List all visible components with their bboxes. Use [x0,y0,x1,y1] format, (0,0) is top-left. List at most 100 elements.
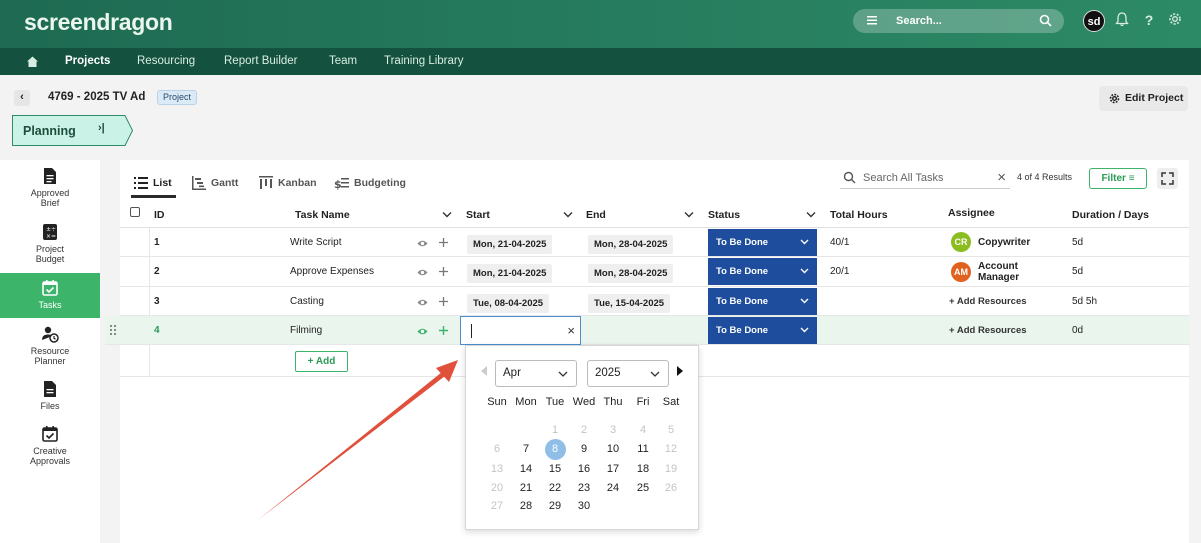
calendar-day-selected[interactable]: 8 [544,439,566,460]
assignee-name[interactable]: Account [978,261,1018,272]
select-all-checkbox[interactable] [130,207,140,217]
sidebar-item-tasks[interactable]: Tasks [0,273,100,318]
eye-icon[interactable] [417,238,428,249]
calendar-day[interactable]: 25 [631,479,655,498]
calendar-day: 4 [639,424,647,436]
filter-button[interactable]: Filter ≡ [1089,168,1147,189]
col-end[interactable]: End [586,209,606,221]
add-resources-link[interactable]: + Add Resources [949,325,1027,336]
sidebar-item-approved-brief[interactable]: Approved Brief [0,167,100,217]
row-task-name[interactable]: Casting [290,296,324,307]
task-search-input[interactable]: Search All Tasks × [840,167,1010,189]
chevron-down-icon[interactable] [806,211,816,219]
calendar-day[interactable]: 15 [543,460,567,479]
chevron-down-icon[interactable] [442,211,452,219]
start-date[interactable]: Tue, 08-04-2025 [467,294,550,313]
sidebar-item-files[interactable]: Files [0,380,100,416]
col-task-name[interactable]: Task Name [295,209,350,221]
calendar-day[interactable]: 10 [601,440,625,459]
calendar-day[interactable]: 14 [514,460,538,479]
eye-icon[interactable] [417,267,428,278]
chevron-down-icon [800,298,809,304]
nav-report-builder[interactable]: Report Builder [224,55,298,67]
calendar-day[interactable]: 17 [601,460,625,479]
assignee-name[interactable]: Copywriter [978,237,1030,248]
tab-gantt[interactable]: Gantt [191,175,238,191]
status-dropdown[interactable]: To Be Done [708,258,817,285]
start-date-input[interactable]: × [460,316,581,345]
col-duration[interactable]: Duration / Days [1072,209,1149,221]
plus-icon[interactable] [438,296,449,307]
sidebar-item-project-budget[interactable]: ± ÷ × = Project Budget [0,223,100,273]
clear-search-icon[interactable]: × [997,169,1006,186]
sidebar-item-resource-planner[interactable]: Resource Planner [0,325,100,369]
chevron-down-icon[interactable] [684,211,694,219]
start-date[interactable]: Mon, 21-04-2025 [467,264,553,283]
chevron-down-icon[interactable] [563,211,573,219]
calendar-day[interactable]: 23 [572,479,596,498]
calendar-day[interactable]: 18 [631,460,655,479]
col-assignee[interactable]: Assignee [948,207,995,219]
plus-icon[interactable] [438,325,449,336]
status-dropdown[interactable]: To Be Done [708,229,817,256]
row-task-name[interactable]: Write Script [290,237,342,248]
calendar-day: 19 [664,463,678,475]
calendar-day[interactable]: 9 [572,440,596,459]
prev-month-icon[interactable] [481,366,487,376]
eye-icon[interactable] [417,326,428,337]
calendar-day[interactable]: 28 [514,497,538,516]
home-icon[interactable] [26,55,39,68]
app-logo[interactable]: screendragon [24,9,173,36]
tab-budgeting[interactable]: $ Budgeting [334,175,406,191]
status-dropdown[interactable]: To Be Done [708,288,817,315]
year-select[interactable]: 2025 [587,360,669,387]
bell-icon[interactable] [1114,12,1130,28]
col-id[interactable]: ID [154,209,165,221]
tab-list[interactable]: List [133,175,172,191]
calendar-day[interactable]: 24 [601,479,625,498]
calendar-day[interactable]: 7 [514,440,538,459]
start-date[interactable]: Mon, 21-04-2025 [467,235,553,254]
month-select[interactable]: Apr [495,360,577,387]
end-date[interactable]: Tue, 15-04-2025 [588,294,671,313]
edit-project-button[interactable]: Edit Project [1099,86,1188,111]
plus-icon[interactable] [438,237,449,248]
calendar-day[interactable]: 16 [572,460,596,479]
sidebar-item-creative-approvals[interactable]: Creative Approvals [0,425,100,471]
collapse-icon[interactable]: ›| [98,122,105,134]
add-resources-link[interactable]: + Add Resources [949,296,1027,307]
help-icon[interactable]: ? [1141,12,1157,28]
add-task-button[interactable]: + Add [295,351,348,372]
tab-kanban[interactable]: Kanban [258,175,317,191]
col-total-hours[interactable]: Total Hours [830,209,888,221]
menu-icon[interactable] [866,14,878,26]
calendar-day[interactable]: 11 [631,440,655,459]
back-button[interactable]: ‹ [14,90,30,106]
plus-icon[interactable] [438,266,449,277]
nav-resourcing[interactable]: Resourcing [137,55,195,67]
col-status[interactable]: Status [708,209,740,221]
nav-training-library[interactable]: Training Library [384,55,463,67]
calendar-day[interactable]: 30 [572,497,596,516]
global-search[interactable]: Search... [853,9,1064,33]
end-date[interactable]: Mon, 28-04-2025 [588,235,674,254]
drag-handle-icon[interactable] [109,324,117,336]
settings-gear-icon[interactable] [1167,12,1183,28]
calendar-day[interactable]: 29 [543,497,567,516]
row-task-name[interactable]: Approve Expenses [290,266,374,277]
end-date[interactable]: Mon, 28-04-2025 [588,264,674,283]
status-dropdown[interactable]: To Be Done [708,317,817,344]
calendar-day[interactable]: 22 [543,479,567,498]
col-start[interactable]: Start [466,209,490,221]
calendar-day[interactable]: 21 [514,479,538,498]
nav-team[interactable]: Team [329,55,357,67]
user-avatar[interactable]: sd [1083,10,1105,32]
nav-projects[interactable]: Projects [65,55,110,67]
eye-icon[interactable] [417,297,428,308]
stage-planning-tab[interactable]: Planning ›| [12,115,133,146]
search-icon[interactable] [1039,14,1052,27]
row-task-name[interactable]: Filming [290,325,322,336]
clear-date-icon[interactable]: × [567,323,575,338]
fullscreen-button[interactable] [1157,168,1178,189]
next-month-icon[interactable] [677,366,683,376]
